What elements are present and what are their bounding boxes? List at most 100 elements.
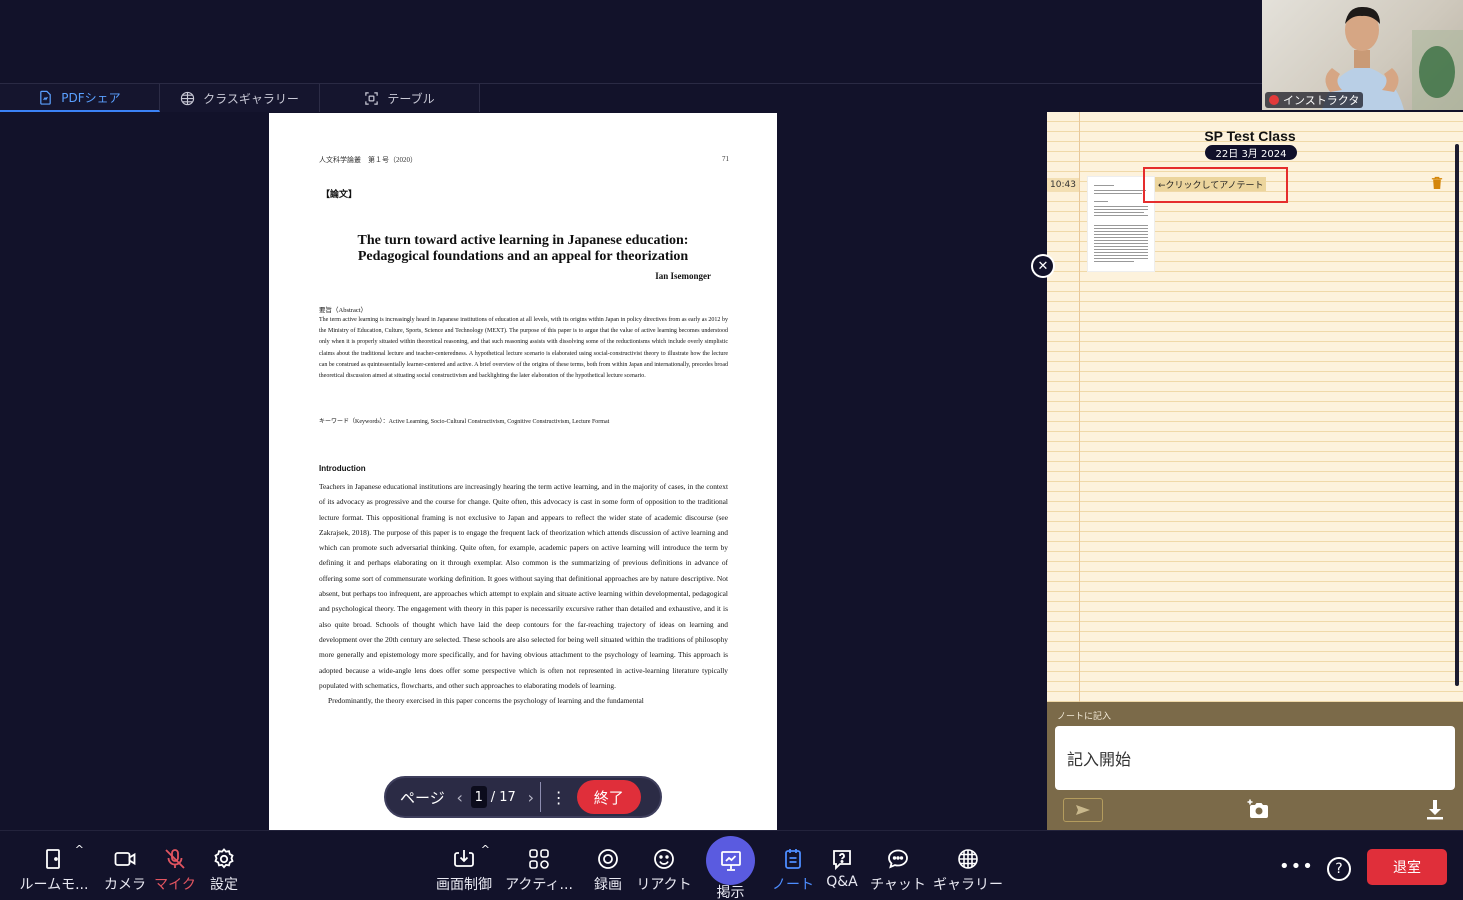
screen-control-button[interactable]: ^ 画面制御 (434, 843, 494, 894)
table-icon (365, 91, 379, 105)
record-button[interactable]: 録画 (592, 847, 624, 894)
settings-button[interactable]: 設定 (208, 847, 240, 894)
chat-icon (888, 849, 908, 869)
chat-label: チャット (870, 877, 926, 893)
pdf-article-tag: 【論文】 (321, 189, 358, 199)
pdf-share-icon (40, 90, 52, 105)
note-button[interactable]: ノート (772, 847, 814, 894)
notes-panel: SP Test Class 22日 3月 2024 10:43 ←クリックしてア… (1047, 112, 1463, 702)
prev-page-button[interactable]: ‹ (453, 788, 467, 807)
page-label: ページ (400, 788, 445, 807)
pdf-abstract-heading: 要旨（Abstract） (319, 307, 368, 314)
grid-icon (180, 91, 195, 105)
send-note-button[interactable] (1063, 798, 1103, 822)
chat-button[interactable]: チャット (870, 847, 926, 894)
pdf-abstract: The term active learning is increasingly… (319, 317, 728, 380)
view-tabs: PDFシェア クラスギャラリー テーブル (0, 84, 480, 112)
pdf-intro-heading: Introduction (319, 464, 366, 473)
end-share-button[interactable]: 終了 (576, 780, 641, 814)
note-text-input[interactable]: 記入開始 (1055, 726, 1455, 790)
top-band (0, 0, 1463, 84)
tab-class-gallery[interactable]: クラスギャラリー (160, 84, 320, 112)
record-icon (598, 849, 618, 869)
screen-control-caret-icon: ^ (480, 843, 490, 856)
pdf-body-paragraph-1: Teachers in Japanese educational institu… (319, 482, 728, 690)
screen-download-icon (454, 850, 474, 867)
delete-note-button[interactable] (1431, 176, 1445, 192)
total-pages: / 17 (490, 789, 516, 805)
participant-name: インストラクタ (1283, 94, 1360, 107)
mic-button[interactable]: マイク (154, 847, 196, 894)
close-notes-button[interactable]: ✕ (1031, 254, 1055, 278)
activity-label: アクティ... (505, 877, 573, 893)
notes-class-title: SP Test Class (1204, 128, 1296, 144)
settings-label: 設定 (210, 877, 238, 893)
pdf-title-line-2: Pedagogical foundations and an appeal fo… (357, 249, 689, 264)
qa-button[interactable]: Q&A (826, 847, 858, 890)
trash-icon (1431, 176, 1443, 189)
pdf-journal-name: 人文科学論叢 第１号（2020） (319, 156, 417, 164)
pdf-running-header: 人文科学論叢 第１号（2020） 71 (319, 155, 729, 165)
notes-date-badge: 22日 3月 2024 (1205, 145, 1297, 160)
page-control: ページ ‹ 1 / 17 › ⋮ 終了 (384, 776, 662, 818)
react-label: リアクト (636, 877, 692, 893)
gear-icon (214, 848, 234, 869)
camera-label: カメラ (104, 877, 146, 893)
pdf-stage: 人文科学論叢 第１号（2020） 71 【論文】 The turn toward… (0, 112, 1047, 830)
leave-room-button[interactable]: 退室 (1367, 849, 1447, 885)
more-menu-icon[interactable]: ••• (1279, 856, 1314, 877)
pdf-page[interactable]: 人文科学論叢 第１号（2020） 71 【論文】 The turn toward… (269, 113, 777, 830)
activity-button[interactable]: アクティ... (500, 847, 578, 894)
record-label: 録画 (594, 877, 622, 893)
notes-margin-line (1079, 112, 1080, 702)
present-button[interactable] (706, 836, 755, 885)
room-mode-label: ルームモ... (19, 877, 89, 893)
qa-label: Q&A (826, 874, 858, 890)
add-photo-icon[interactable] (1247, 798, 1271, 822)
gallery-button[interactable]: ギャラリー (932, 847, 1004, 894)
pdf-title: The turn toward active learning in Japan… (299, 233, 747, 265)
send-icon (1076, 805, 1090, 815)
door-icon (46, 849, 60, 869)
tab-pdf-share[interactable]: PDFシェア (0, 84, 160, 112)
annotate-hint-button[interactable]: ←クリックしてアノテート (1155, 177, 1267, 191)
close-icon: ✕ (1033, 256, 1053, 276)
tab-pdf-share-label: PDFシェア (61, 90, 121, 105)
pdf-title-line-1: The turn toward active learning in Japan… (357, 233, 689, 248)
globe-grid-icon (958, 849, 978, 869)
participant-name-badge: インストラクタ (1265, 92, 1364, 108)
mic-muted-icon (1269, 95, 1279, 105)
screen-control-label: 画面制御 (436, 877, 492, 893)
tab-class-gallery-label: クラスギャラリー (203, 91, 299, 106)
presentation-icon (720, 850, 741, 871)
room-mode-button[interactable]: ^ ルームモ... (16, 843, 92, 894)
mic-off-icon (165, 849, 185, 869)
notes-scrollbar[interactable] (1455, 144, 1459, 686)
room-mode-caret-icon: ^ (74, 843, 84, 856)
pdf-body: Teachers in Japanese educational institu… (319, 479, 728, 708)
gallery-label: ギャラリー (933, 877, 1003, 893)
smiley-icon (654, 849, 674, 869)
present-label: 掲示 (716, 885, 745, 900)
tab-table-label: テーブル (387, 91, 435, 106)
note-input-header: ノートに記入 (1057, 712, 1112, 722)
tab-table[interactable]: テーブル (320, 84, 480, 112)
more-options-icon[interactable]: ⋮ (551, 788, 567, 807)
camera-button[interactable]: カメラ (104, 847, 146, 894)
note-input-area: ノートに記入 記入開始 (1047, 702, 1463, 830)
note-label: ノート (772, 877, 814, 893)
mic-label: マイク (154, 877, 196, 893)
next-page-button[interactable]: › (524, 788, 538, 807)
page-control-divider (539, 782, 541, 812)
camera-icon (114, 852, 136, 866)
note-entry-time: 10:43 (1047, 178, 1079, 192)
pdf-author: Ian Isemonger (655, 271, 711, 281)
current-page-input[interactable]: 1 (470, 786, 487, 808)
app-root: PDFシェア クラスギャラリー テーブル 人文科学論叢 第１号（2020） 71… (0, 0, 1463, 900)
help-icon[interactable]: ? (1327, 857, 1351, 881)
react-button[interactable]: リアクト (636, 847, 692, 894)
activity-icon (529, 849, 549, 869)
instructor-video-tile[interactable]: インストラクタ (1262, 0, 1463, 110)
download-icon[interactable] (1425, 799, 1445, 821)
question-bubble-icon (833, 850, 851, 871)
